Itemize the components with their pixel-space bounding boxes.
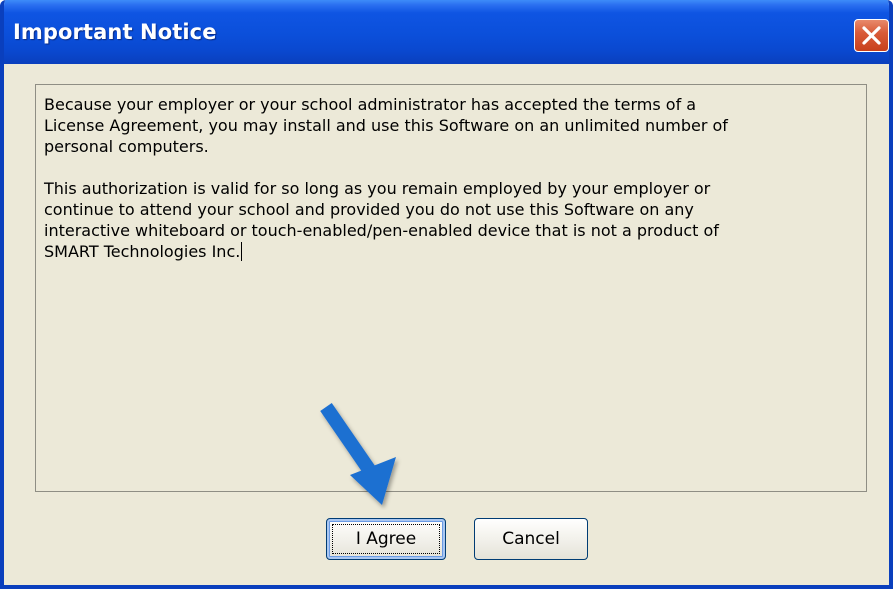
notice-text-area[interactable]: Because your employer or your school adm… xyxy=(35,84,867,492)
important-notice-dialog: Important Notice Because your employer o… xyxy=(0,0,893,589)
focus-rectangle xyxy=(332,524,440,554)
i-agree-button[interactable]: I Agree xyxy=(326,518,446,560)
cancel-button[interactable]: Cancel xyxy=(474,518,588,560)
close-x-icon xyxy=(862,26,881,45)
text-caret xyxy=(241,242,243,261)
notice-paragraph-2: This authorization is valid for so long … xyxy=(44,179,719,261)
cancel-label: Cancel xyxy=(502,529,560,549)
dialog-title: Important Notice xyxy=(13,20,217,44)
close-button[interactable] xyxy=(854,19,889,52)
title-bar[interactable]: Important Notice xyxy=(4,0,889,64)
notice-paragraph-1: Because your employer or your school adm… xyxy=(44,95,728,156)
